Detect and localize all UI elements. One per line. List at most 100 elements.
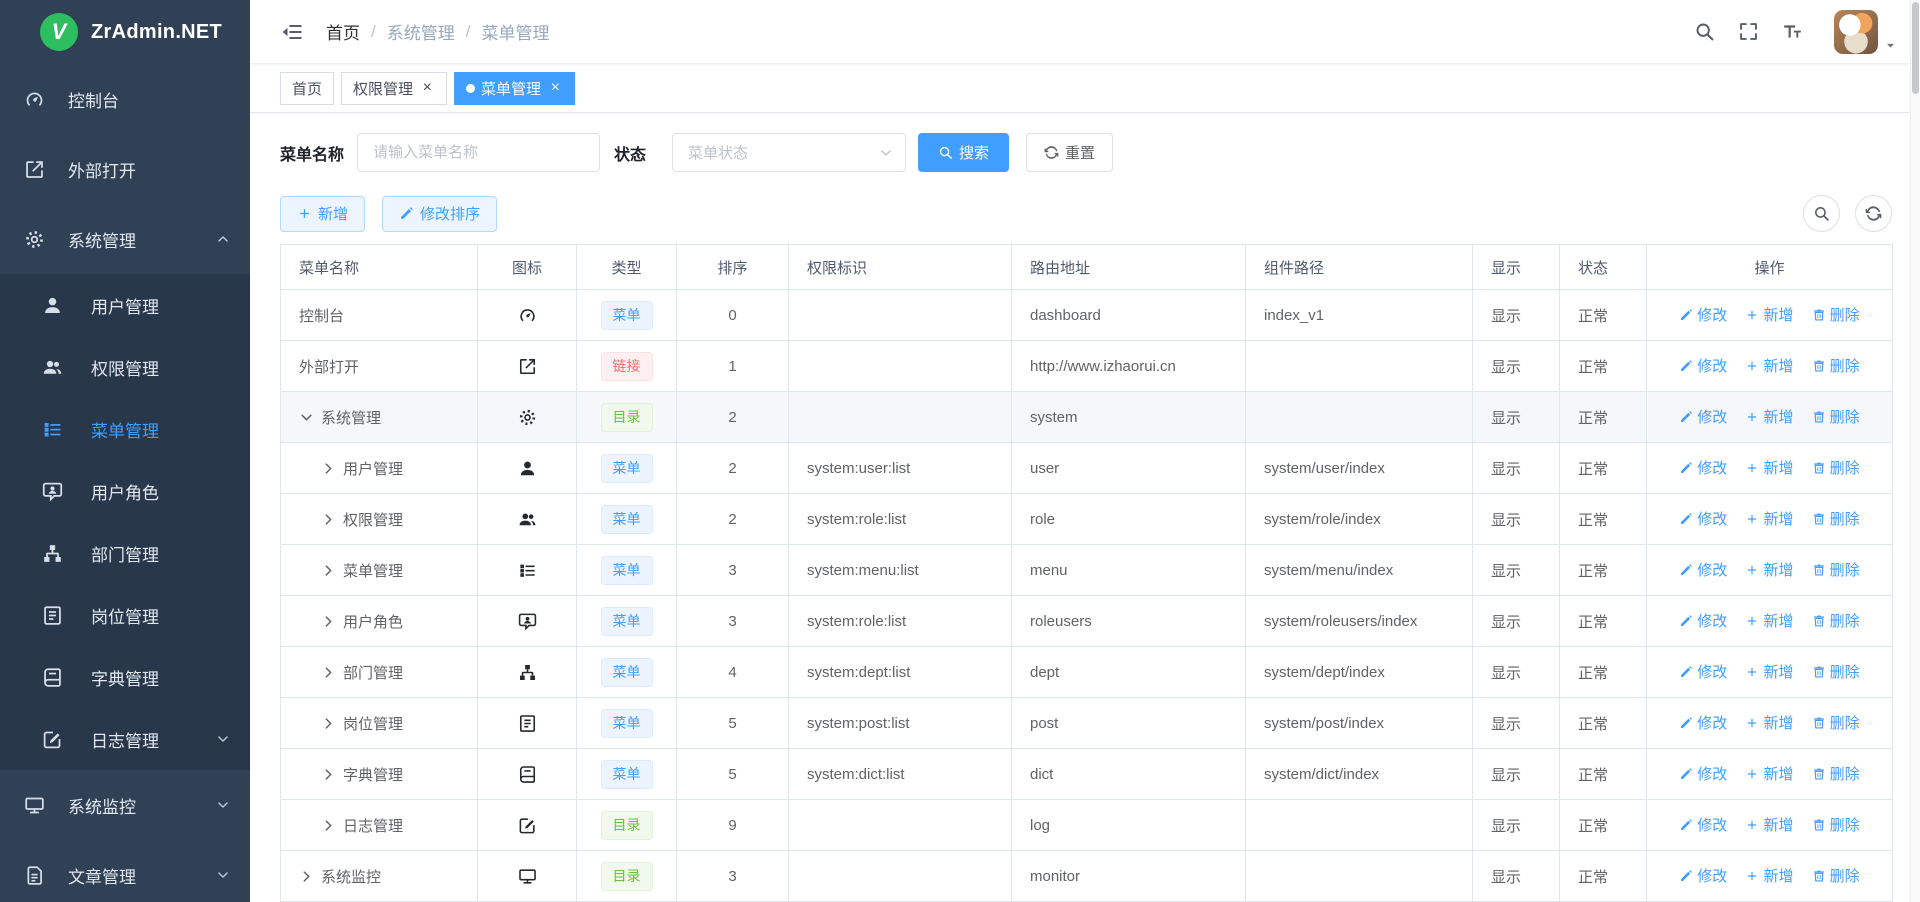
scrollbar-thumb[interactable] bbox=[1912, 2, 1919, 94]
status-select[interactable]: 菜单状态 bbox=[672, 133, 906, 172]
cell-icon bbox=[478, 545, 577, 596]
delete-link[interactable]: 删除 bbox=[1812, 610, 1860, 631]
add-link[interactable]: 新增 bbox=[1745, 406, 1793, 427]
edit-link[interactable]: 修改 bbox=[1679, 355, 1727, 376]
reset-button[interactable]: 重置 bbox=[1026, 133, 1113, 172]
expand-row-icon[interactable] bbox=[321, 716, 336, 731]
expand-row-icon[interactable] bbox=[321, 665, 336, 680]
edit-link[interactable]: 修改 bbox=[1679, 610, 1727, 631]
add-link[interactable]: 新增 bbox=[1745, 865, 1793, 886]
edit-link[interactable]: 修改 bbox=[1679, 763, 1727, 784]
tags-view-tab-1[interactable]: 权限管理× bbox=[341, 72, 447, 105]
delete-link[interactable]: 删除 bbox=[1812, 304, 1860, 325]
sidebar-item-dict[interactable]: 字典管理 bbox=[0, 646, 250, 708]
delete-link[interactable]: 删除 bbox=[1812, 712, 1860, 733]
sidebar-item-menu[interactable]: 菜单管理 bbox=[0, 398, 250, 460]
sidebar-item-role[interactable]: 权限管理 bbox=[0, 336, 250, 398]
delete-link[interactable]: 删除 bbox=[1812, 457, 1860, 478]
sidebar-item-post[interactable]: 岗位管理 bbox=[0, 584, 250, 646]
close-icon[interactable]: × bbox=[419, 80, 435, 96]
sidebar-item-monitor[interactable]: 系统监控 bbox=[0, 770, 250, 840]
sidebar-item-dashboard[interactable]: 控制台 bbox=[0, 64, 250, 134]
sidebar-item-dept[interactable]: 部门管理 bbox=[0, 522, 250, 584]
expand-row-icon[interactable] bbox=[321, 563, 336, 578]
cell-icon bbox=[478, 596, 577, 647]
delete-link[interactable]: 删除 bbox=[1812, 406, 1860, 427]
close-icon[interactable]: × bbox=[547, 80, 563, 96]
edit-link[interactable]: 修改 bbox=[1679, 559, 1727, 580]
edit-link[interactable]: 修改 bbox=[1679, 712, 1727, 733]
expand-row-icon[interactable] bbox=[299, 869, 314, 884]
menu-name-input[interactable] bbox=[357, 133, 600, 172]
delete-link[interactable]: 删除 bbox=[1812, 508, 1860, 529]
delete-link[interactable]: 删除 bbox=[1812, 355, 1860, 376]
edit-link[interactable]: 修改 bbox=[1679, 406, 1727, 427]
sidebar-item-label: 控制台 bbox=[68, 87, 119, 112]
header-search-icon[interactable] bbox=[1694, 21, 1715, 42]
edit-link[interactable]: 修改 bbox=[1679, 814, 1727, 835]
sidebar-item-roleusers[interactable]: 用户角色 bbox=[0, 460, 250, 522]
delete-link[interactable]: 删除 bbox=[1812, 559, 1860, 580]
edit-pencil-icon bbox=[1679, 461, 1693, 475]
cell-permission: system:role:list bbox=[789, 596, 1012, 647]
expand-row-icon[interactable] bbox=[321, 818, 336, 833]
add-link[interactable]: 新增 bbox=[1745, 457, 1793, 478]
refresh-table-button[interactable] bbox=[1855, 195, 1892, 232]
edit-link[interactable]: 修改 bbox=[1679, 661, 1727, 682]
add-link[interactable]: 新增 bbox=[1745, 712, 1793, 733]
user-role-icon bbox=[42, 481, 63, 502]
add-link[interactable]: 新增 bbox=[1745, 508, 1793, 529]
delete-link[interactable]: 删除 bbox=[1812, 661, 1860, 682]
breadcrumb-item[interactable]: 首页 bbox=[326, 19, 360, 44]
cell-visible: 显示 bbox=[1473, 494, 1560, 545]
delete-link[interactable]: 删除 bbox=[1812, 763, 1860, 784]
edit-link[interactable]: 修改 bbox=[1679, 457, 1727, 478]
sidebar-toggle-button[interactable] bbox=[280, 20, 304, 44]
add-link[interactable]: 新增 bbox=[1745, 304, 1793, 325]
edit-link[interactable]: 修改 bbox=[1679, 865, 1727, 886]
cell-order: 9 bbox=[677, 800, 789, 851]
cell-visible: 显示 bbox=[1473, 596, 1560, 647]
breadcrumb-item[interactable]: 系统管理 bbox=[387, 19, 455, 44]
expand-row-icon[interactable] bbox=[321, 614, 336, 629]
type-tag: 目录 bbox=[601, 862, 653, 891]
page-scrollbar[interactable] bbox=[1910, 0, 1920, 902]
chevron-down-icon bbox=[216, 732, 230, 746]
cell-component bbox=[1246, 341, 1473, 392]
delete-link[interactable]: 删除 bbox=[1812, 814, 1860, 835]
expand-row-icon[interactable] bbox=[321, 767, 336, 782]
add-link[interactable]: 新增 bbox=[1745, 610, 1793, 631]
delete-link[interactable]: 删除 bbox=[1812, 865, 1860, 886]
page-content: 菜单名称 状态 菜单状态 搜索 重置 bbox=[250, 113, 1920, 902]
add-link[interactable]: 新增 bbox=[1745, 763, 1793, 784]
add-link[interactable]: 新增 bbox=[1745, 814, 1793, 835]
toggle-search-button[interactable] bbox=[1803, 195, 1840, 232]
edit-link[interactable]: 修改 bbox=[1679, 304, 1727, 325]
sidebar-item-article[interactable]: 文章管理 bbox=[0, 840, 250, 902]
tags-view-tab-0[interactable]: 首页 bbox=[280, 72, 334, 105]
sidebar-item-system[interactable]: 系统管理 bbox=[0, 204, 250, 274]
add-link[interactable]: 新增 bbox=[1745, 355, 1793, 376]
expand-row-icon[interactable] bbox=[321, 512, 336, 527]
add-link[interactable]: 新增 bbox=[1745, 661, 1793, 682]
trash-icon bbox=[1812, 614, 1826, 628]
collapse-row-icon[interactable] bbox=[299, 410, 314, 425]
cell-menu-name: 菜单管理 bbox=[281, 545, 478, 596]
sidebar-item-user[interactable]: 用户管理 bbox=[0, 274, 250, 336]
search-button[interactable]: 搜索 bbox=[918, 133, 1009, 172]
sidebar-item-label: 权限管理 bbox=[91, 355, 159, 380]
edit-link[interactable]: 修改 bbox=[1679, 508, 1727, 529]
expand-row-icon[interactable] bbox=[321, 461, 336, 476]
tags-view-tab-2[interactable]: 菜单管理× bbox=[454, 72, 575, 105]
add-link[interactable]: 新增 bbox=[1745, 559, 1793, 580]
sidebar-item-external[interactable]: 外部打开 bbox=[0, 134, 250, 204]
font-size-icon[interactable] bbox=[1782, 21, 1803, 42]
trash-icon bbox=[1812, 818, 1826, 832]
type-tag: 菜单 bbox=[601, 760, 653, 789]
add-button[interactable]: 新增 bbox=[280, 196, 365, 232]
sort-edit-button[interactable]: 修改排序 bbox=[382, 196, 497, 232]
user-avatar-menu[interactable] bbox=[1834, 10, 1878, 54]
sidebar-item-log[interactable]: 日志管理 bbox=[0, 708, 250, 770]
app-logo[interactable]: V ZrAdmin.NET bbox=[0, 0, 250, 64]
fullscreen-icon[interactable] bbox=[1738, 21, 1759, 42]
